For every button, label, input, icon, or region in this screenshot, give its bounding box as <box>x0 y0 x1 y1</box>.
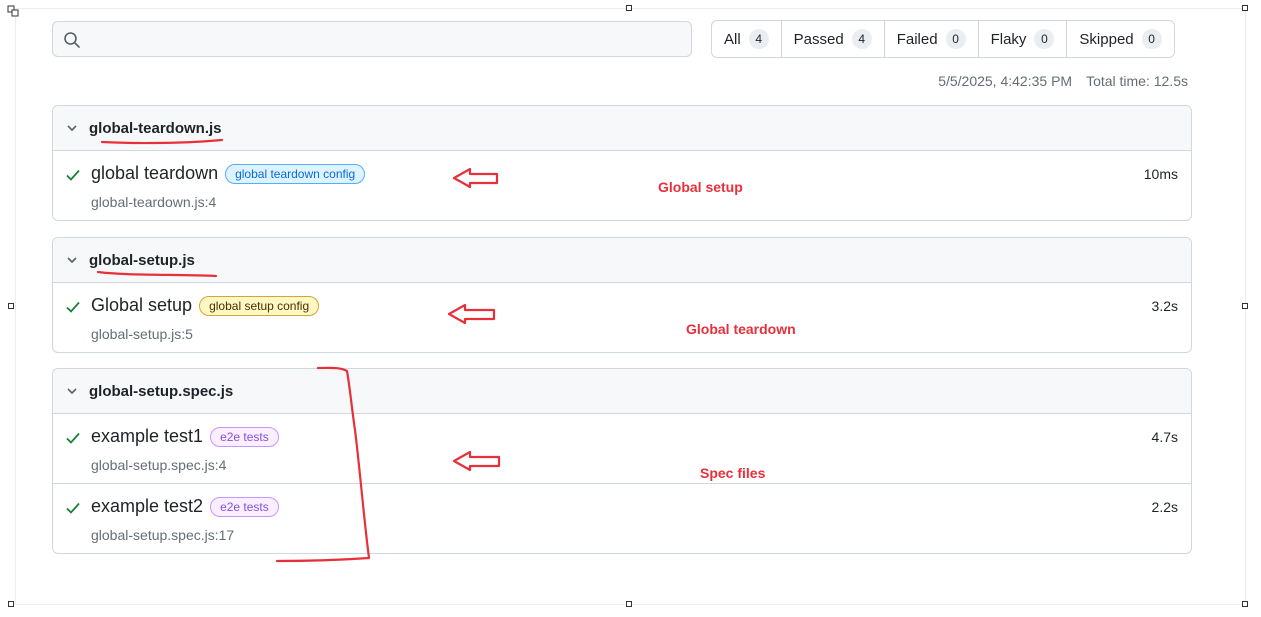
check-icon <box>66 169 80 181</box>
check-icon <box>66 301 80 313</box>
test-location: global-teardown.js:4 <box>91 194 217 210</box>
file-group-header[interactable]: global-teardown.js <box>53 106 1191 151</box>
file-name: global-teardown.js <box>89 119 222 137</box>
filter-passed[interactable]: Passed 4 <box>782 21 885 57</box>
check-icon <box>66 502 80 514</box>
annotation-label: Global teardown <box>686 321 796 337</box>
file-group-header[interactable]: global-setup.spec.js <box>53 369 1191 414</box>
run-meta: 5/5/2025, 4:42:35 PM Total time: 12.5s <box>938 73 1188 89</box>
search-input[interactable] <box>89 26 683 54</box>
resize-handle[interactable] <box>8 601 14 607</box>
status-filter-bar: All 4 Passed 4 Failed 0 Flaky 0 Skipped 0 <box>711 20 1175 58</box>
filter-flaky[interactable]: Flaky 0 <box>979 21 1068 57</box>
test-row[interactable]: example test1 e2e tests global-setup.spec… <box>53 414 1191 484</box>
file-name: global-setup.spec.js <box>89 382 234 400</box>
file-group: global-setup.spec.js example test1 e2e te… <box>52 368 1192 554</box>
filter-label: Skipped <box>1079 30 1134 48</box>
filter-label: Failed <box>896 30 938 48</box>
test-tag[interactable]: global setup config <box>199 295 320 316</box>
move-handle-icon[interactable] <box>7 4 19 17</box>
filter-skipped[interactable]: Skipped 0 <box>1067 21 1173 57</box>
resize-handle[interactable] <box>626 601 632 607</box>
test-title[interactable]: Global setup global setup config <box>91 295 320 316</box>
resize-handle[interactable] <box>1242 303 1248 309</box>
test-location: global-setup.js:5 <box>91 326 193 342</box>
resize-handle[interactable] <box>8 303 14 309</box>
filter-count: 0 <box>1141 29 1162 49</box>
filter-label: Flaky <box>990 30 1027 48</box>
test-title-text: global teardown <box>91 163 219 183</box>
test-row[interactable]: Global setup global setup config global-s… <box>53 283 1191 352</box>
chevron-down-icon <box>67 388 77 395</box>
chevron-down-icon <box>67 125 77 132</box>
filter-label: Passed <box>793 30 844 48</box>
search-box[interactable] <box>52 21 692 57</box>
test-row[interactable]: global teardown global teardown config gl… <box>53 151 1191 220</box>
test-tag[interactable]: e2e tests <box>210 426 279 447</box>
test-title[interactable]: example test1 e2e tests <box>91 426 279 447</box>
resize-handle[interactable] <box>1242 601 1248 607</box>
run-datetime: 5/5/2025, 4:42:35 PM <box>938 73 1073 89</box>
file-group: global-setup.js Global setup global setup… <box>52 237 1192 353</box>
test-tag[interactable]: global teardown config <box>225 163 366 184</box>
test-title-text: example test1 <box>91 426 204 446</box>
annotation-label: Global setup <box>658 179 743 195</box>
test-title-text: example test2 <box>91 496 204 516</box>
check-icon <box>66 432 80 444</box>
filter-count: 0 <box>1034 29 1055 49</box>
test-title[interactable]: global teardown global teardown config <box>91 163 366 184</box>
search-icon <box>64 32 80 48</box>
resize-handle[interactable] <box>1242 5 1248 11</box>
test-row[interactable]: example test2 e2e tests global-setup.spec… <box>53 484 1191 553</box>
test-duration: 3.2s <box>1151 298 1178 314</box>
resize-handle[interactable] <box>626 5 632 11</box>
total-time: Total time: 12.5s <box>1086 73 1188 89</box>
filter-count: 4 <box>748 29 769 49</box>
test-tag[interactable]: e2e tests <box>210 496 279 517</box>
filter-count: 4 <box>851 29 872 49</box>
test-duration: 4.7s <box>1151 429 1178 445</box>
filter-count: 0 <box>945 29 966 49</box>
annotation-label: Spec files <box>700 465 766 481</box>
file-group-header[interactable]: global-setup.js <box>53 238 1191 283</box>
test-duration: 2.2s <box>1151 499 1178 515</box>
filter-label: All <box>724 30 741 48</box>
filter-failed[interactable]: Failed 0 <box>885 21 979 57</box>
file-name: global-setup.js <box>89 251 195 269</box>
test-title[interactable]: example test2 e2e tests <box>91 496 279 517</box>
test-location: global-setup.spec.js:17 <box>91 527 235 543</box>
test-title-text: Global setup <box>91 295 193 315</box>
filter-all[interactable]: All 4 <box>712 21 782 57</box>
file-group: global-teardown.js global teardown global… <box>52 105 1192 221</box>
chevron-down-icon <box>67 257 77 264</box>
test-location: global-setup.spec.js:4 <box>91 457 227 473</box>
test-duration: 10ms <box>1143 166 1178 182</box>
